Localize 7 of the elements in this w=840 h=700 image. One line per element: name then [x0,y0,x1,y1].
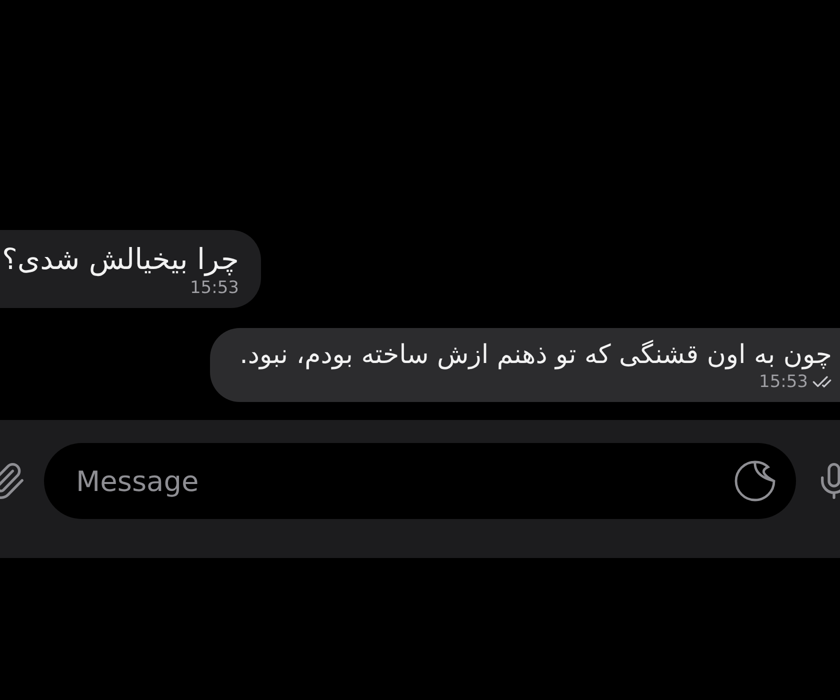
message-text: چون به اون قشنگی که تو ذهنم ازش ساخته بودم، نبود. [240,340,832,370]
message-field[interactable]: Message [44,443,796,519]
message-time: 15:53 [759,372,808,392]
message-text: چرا بیخیالش شدی؟ [2,242,239,276]
message-time: 15:53 [190,278,239,298]
sticker-icon[interactable] [732,458,778,504]
message-input[interactable]: Message [74,464,732,498]
